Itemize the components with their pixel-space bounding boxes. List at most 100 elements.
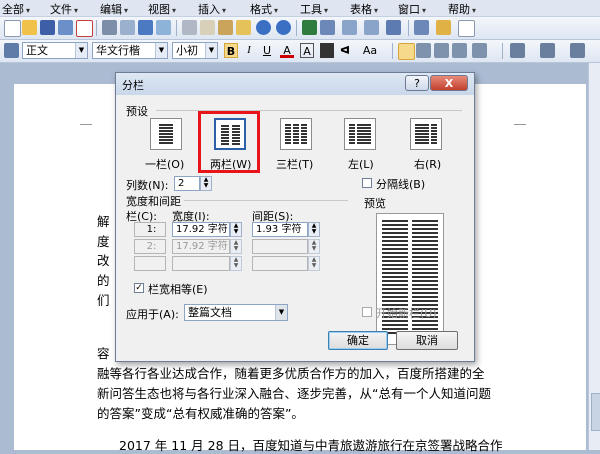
num-columns-input[interactable]: 2 xyxy=(174,176,200,191)
menu-table[interactable]: 表格 ▾ xyxy=(350,1,378,17)
align-right-icon[interactable] xyxy=(434,43,449,58)
chevron-down-icon: ▾ xyxy=(172,6,177,15)
menu-view-label: 视图 xyxy=(148,3,170,16)
margin-marker xyxy=(514,124,526,125)
format-painter-icon[interactable] xyxy=(236,20,251,35)
font-size-select[interactable]: 小初 ▼ xyxy=(172,42,218,59)
print-preview-icon[interactable] xyxy=(120,20,135,35)
italic-button[interactable]: I xyxy=(242,43,256,58)
justify-icon[interactable] xyxy=(452,43,467,58)
doc-line: 容 xyxy=(97,346,110,361)
styles-formatting-icon[interactable] xyxy=(4,43,19,58)
highlight-icon[interactable]: ᐊ xyxy=(338,43,352,58)
undo-icon[interactable] xyxy=(256,20,271,35)
preview-box xyxy=(366,209,454,349)
chevron-down-icon[interactable]: ▼ xyxy=(205,43,217,58)
preset-three-columns[interactable] xyxy=(280,118,312,150)
new-column-checkbox xyxy=(362,307,372,317)
open-folder-icon[interactable] xyxy=(22,20,37,35)
columns-icon[interactable] xyxy=(386,20,401,35)
pdf-icon[interactable] xyxy=(76,20,93,37)
menu-help[interactable]: 帮助 ▾ xyxy=(448,1,476,17)
print-icon[interactable] xyxy=(102,20,117,35)
equal-width-checkbox[interactable]: ✓ xyxy=(134,283,144,293)
font-select-value: 华文行楷 xyxy=(96,44,140,57)
scrollbar-thumb[interactable] xyxy=(591,393,600,431)
column-spacing-spinner[interactable]: ▲ ▼ xyxy=(308,222,320,237)
chevron-down-icon: ▾ xyxy=(422,6,427,15)
decrease-indent-icon[interactable] xyxy=(570,43,585,58)
zoom-icon[interactable] xyxy=(458,20,475,37)
align-center-icon[interactable] xyxy=(416,43,431,58)
column-number: 2: xyxy=(134,239,166,254)
close-button[interactable]: X xyxy=(430,75,468,91)
research-icon[interactable] xyxy=(156,20,171,35)
document-map-icon[interactable] xyxy=(436,20,451,35)
menu-edit[interactable]: 编辑 ▾ xyxy=(100,1,128,17)
new-document-icon[interactable] xyxy=(4,20,21,37)
help-button[interactable]: ? xyxy=(405,75,429,91)
drawing-icon[interactable] xyxy=(414,20,429,35)
vertical-scrollbar[interactable] xyxy=(588,63,600,450)
character-shading-button[interactable] xyxy=(320,43,334,58)
chevron-down-icon[interactable]: ▼ xyxy=(155,43,167,58)
insert-table-icon[interactable] xyxy=(342,20,357,35)
bullets-icon[interactable] xyxy=(540,43,555,58)
tables-borders-icon[interactable] xyxy=(320,20,335,35)
save-icon[interactable] xyxy=(40,20,55,35)
chevron-down-icon[interactable]: ▼ xyxy=(275,305,287,320)
menu-file[interactable]: 文件 ▾ xyxy=(50,1,78,17)
menu-view[interactable]: 视图 ▾ xyxy=(148,1,176,17)
cancel-button[interactable]: 取消 xyxy=(396,331,458,350)
new-column-label: 开始新栏(U) xyxy=(376,307,437,320)
numbering-icon[interactable] xyxy=(510,43,525,58)
column-width-spinner: ▲ ▼ xyxy=(230,256,242,271)
column-width-spinner: ▲ ▼ xyxy=(230,239,242,254)
align-left-icon[interactable] xyxy=(398,43,415,60)
toolbar-separator xyxy=(96,20,97,36)
menu-all[interactable]: 全部 ▾ xyxy=(2,1,30,17)
redo-icon[interactable] xyxy=(276,20,291,35)
menu-insert-label: 插入 xyxy=(198,3,220,16)
style-select[interactable]: 正文 ▼ xyxy=(22,42,88,59)
font-select[interactable]: 华文行楷 ▼ xyxy=(92,42,168,59)
preset-left[interactable] xyxy=(344,118,376,150)
bold-button[interactable]: B xyxy=(224,43,238,58)
underline-button[interactable]: U xyxy=(260,43,274,58)
permission-icon[interactable] xyxy=(58,20,73,35)
preset-right-label: 右(R) xyxy=(414,158,442,171)
toolbar-separator xyxy=(296,20,297,36)
menu-tools[interactable]: 工具 ▾ xyxy=(300,1,328,17)
cut-icon[interactable] xyxy=(182,20,197,35)
preset-two-columns[interactable] xyxy=(214,118,246,150)
preset-right[interactable] xyxy=(410,118,442,150)
menu-insert[interactable]: 插入 ▾ xyxy=(198,1,226,17)
char-scale-button[interactable]: Aa xyxy=(360,43,380,58)
ok-button[interactable]: 确定 xyxy=(328,331,388,350)
line-between-checkbox[interactable] xyxy=(362,178,372,188)
chevron-down-icon[interactable]: ▼ xyxy=(75,43,87,58)
column-number xyxy=(134,256,166,271)
hyperlink-icon[interactable] xyxy=(302,20,317,35)
column-spacing-input[interactable]: 1.93 字符 xyxy=(252,222,308,237)
line-spacing-icon[interactable] xyxy=(472,43,487,58)
preset-two-columns-label: 两栏(W) xyxy=(210,158,252,171)
menu-help-label: 帮助 xyxy=(448,3,470,16)
apply-to-select[interactable]: 整篇文档 ▼ xyxy=(184,304,288,321)
dialog-titlebar[interactable]: 分栏 ? X xyxy=(116,73,474,95)
column-width-spinner[interactable]: ▲ ▼ xyxy=(230,222,242,237)
insert-excel-icon[interactable] xyxy=(364,20,379,35)
character-border-button[interactable]: A xyxy=(300,43,314,58)
preset-one-column[interactable] xyxy=(150,118,182,150)
font-color-button[interactable]: A xyxy=(280,43,294,58)
spelling-icon[interactable] xyxy=(138,20,153,35)
menu-window[interactable]: 窗口 ▾ xyxy=(398,1,426,17)
chevron-down-icon: ▾ xyxy=(26,6,31,15)
column-width-input[interactable]: 17.92 字符 xyxy=(172,222,230,237)
menu-format[interactable]: 格式 ▾ xyxy=(250,1,278,17)
preset-group-label: 预设 xyxy=(126,105,148,118)
copy-icon[interactable] xyxy=(200,20,215,35)
num-columns-spinner[interactable]: ▲ ▼ xyxy=(200,176,212,191)
doc-line: 新问答生态也将与各行业深入融合、逐步完善，从“总有一个人知道问题 xyxy=(97,386,491,401)
paste-icon[interactable] xyxy=(218,20,233,35)
